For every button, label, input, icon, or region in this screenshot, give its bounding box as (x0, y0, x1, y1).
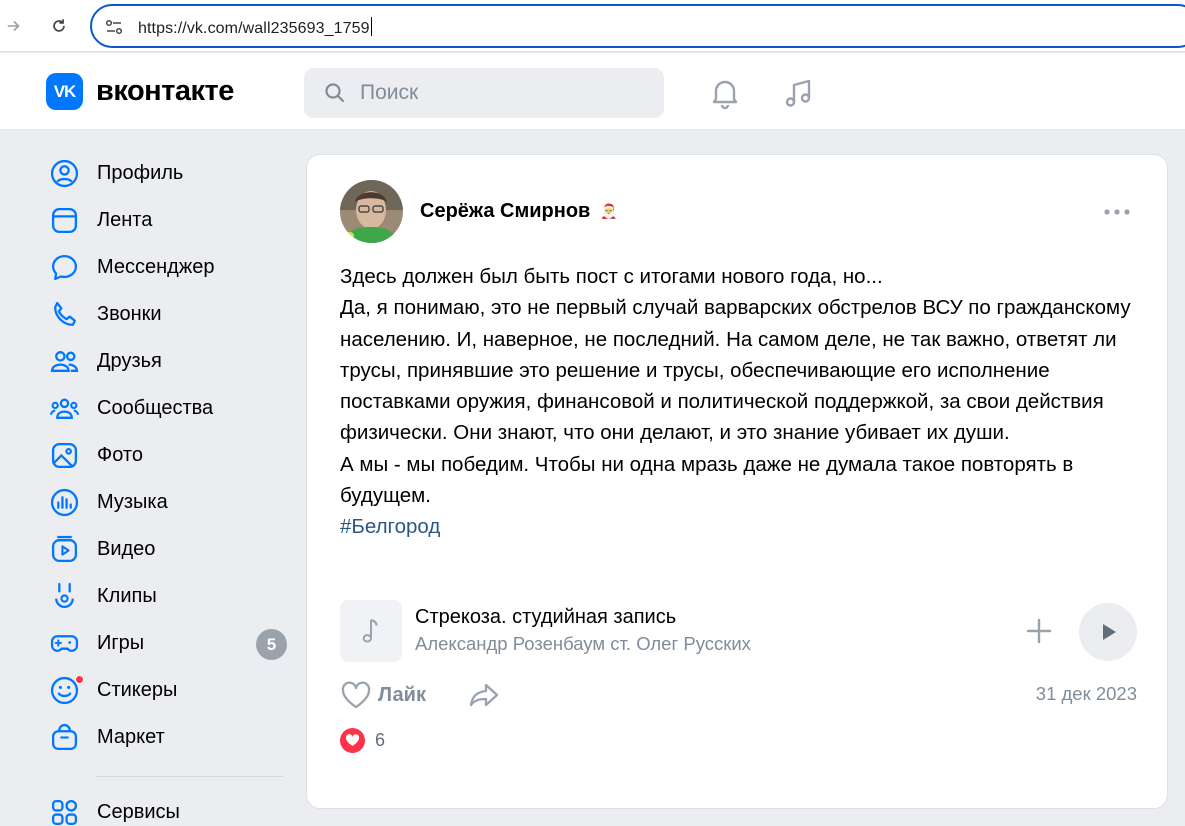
photo-icon (46, 440, 84, 472)
hashtag-link[interactable]: #Белгород (340, 515, 440, 538)
sidebar-item-label: Стикеры (97, 679, 178, 701)
sidebar-item-label: Видео (97, 538, 156, 560)
audio-cover (340, 600, 402, 662)
music-note-icon (362, 619, 378, 643)
sidebar-item-video[interactable]: Видео (46, 526, 296, 573)
sidebar-item-label: Фото (97, 444, 143, 466)
sidebar-item-communities[interactable]: Сообщества (46, 385, 296, 432)
sidebar-item-calls[interactable]: Звонки (46, 291, 296, 338)
bell-icon (712, 80, 738, 110)
author-name[interactable]: Серёжа Смирнов 🎅 (420, 200, 618, 223)
like-button[interactable]: Лайк (340, 675, 426, 715)
wall-post: Серёжа Смирнов 🎅 Здесь должен был быть п… (306, 154, 1168, 809)
heart-outline-icon (341, 681, 371, 709)
post-text-line: Здесь должен был быть пост с итогами нов… (340, 265, 883, 288)
search-input[interactable] (360, 81, 640, 105)
post-text-line: А мы - мы победим. Чтобы ни одна мразь д… (340, 452, 1074, 508)
search-icon (325, 83, 345, 103)
more-dots-icon (1104, 209, 1130, 215)
sidebar-item-label: Клипы (97, 585, 157, 607)
site-header: VK вконтакте (0, 53, 1185, 130)
sidebar-item-games[interactable]: Игры 5 (46, 620, 296, 667)
audio-attachment[interactable]: Стрекоза. студийная запись Александр Роз… (340, 600, 1140, 662)
plus-icon (1026, 618, 1052, 644)
music-player-button[interactable] (779, 73, 819, 113)
feed-icon (46, 205, 84, 237)
sidebar-item-clips[interactable]: Клипы (46, 573, 296, 620)
author-name-text: Серёжа Смирнов (420, 200, 591, 222)
address-bar[interactable]: https://vk.com/wall235693_1759 (90, 4, 1185, 48)
games-icon (46, 628, 84, 660)
clips-icon (46, 581, 84, 613)
sidebar-item-friends[interactable]: Друзья (46, 338, 296, 385)
share-icon (469, 683, 499, 707)
sidebar-item-label: Мессенджер (97, 256, 215, 278)
sidebar-item-services[interactable]: Сервисы (46, 789, 296, 826)
browser-toolbar: https://vk.com/wall235693_1759 (0, 0, 1185, 52)
audio-title: Стрекоза. студийная запись (415, 606, 677, 628)
phone-icon (46, 299, 84, 331)
sidebar-item-messenger[interactable]: Мессенджер (46, 244, 296, 291)
audio-artist[interactable]: Александр Розенбаум ст. Олег Русских (415, 633, 751, 655)
sidebar-divider (96, 776, 284, 777)
stickers-icon (46, 674, 84, 707)
sidebar-item-label: Музыка (97, 491, 168, 513)
site-settings-icon[interactable] (104, 17, 124, 37)
sidebar-item-label: Лента (97, 209, 153, 231)
sidebar-item-label: Профиль (97, 162, 184, 184)
video-icon (46, 534, 84, 566)
post-date[interactable]: 31 дек 2023 (1036, 683, 1137, 705)
sidebar-item-label: Сервисы (97, 801, 180, 823)
profile-icon (46, 158, 84, 190)
services-icon (46, 797, 84, 826)
url-text: https://vk.com/wall235693_1759 (138, 17, 372, 38)
games-count-badge: 5 (256, 629, 287, 660)
vk-logo[interactable]: VK вконтакте (46, 73, 234, 110)
sidebar-item-label: Маркет (97, 726, 165, 748)
share-button[interactable] (466, 677, 502, 713)
play-icon (1103, 624, 1116, 640)
music-icon (46, 487, 84, 519)
forward-button[interactable] (0, 12, 28, 40)
heart-reaction-icon (340, 728, 365, 753)
search-box[interactable] (304, 68, 664, 118)
communities-icon (46, 393, 84, 425)
author-emoji: 🎅 (600, 203, 618, 219)
reload-button[interactable] (45, 12, 73, 40)
reactions-summary[interactable]: 6 (340, 728, 385, 753)
like-label: Лайк (378, 683, 426, 706)
left-sidebar: Профиль Лента Мессенджер Звонки Друзья С… (46, 150, 296, 826)
post-text: Здесь должен был быть пост с итогами нов… (340, 261, 1150, 543)
notifications-button[interactable] (705, 73, 745, 113)
messenger-icon (46, 252, 84, 284)
sidebar-item-profile[interactable]: Профиль (46, 150, 296, 197)
vk-logo-text: вконтакте (96, 75, 234, 107)
author-avatar[interactable] (340, 180, 403, 243)
sidebar-item-label: Друзья (97, 350, 162, 372)
new-stickers-dot (75, 674, 84, 684)
market-icon (46, 722, 84, 754)
reload-icon (53, 19, 65, 32)
music-note-icon (785, 79, 811, 107)
sidebar-item-label: Игры (97, 632, 145, 654)
sidebar-item-feed[interactable]: Лента (46, 197, 296, 244)
friends-icon (46, 346, 84, 378)
post-actions: Лайк 31 дек 2023 (340, 675, 1140, 715)
sidebar-item-label: Сообщества (97, 397, 214, 419)
sidebar-item-photo[interactable]: Фото (46, 432, 296, 479)
post-text-line: Да, я понимаю, это не первый случай варв… (340, 296, 1131, 445)
arrow-right-icon (7, 20, 20, 32)
sidebar-item-label: Звонки (97, 303, 162, 325)
vk-logo-badge: VK (46, 73, 83, 110)
add-audio-button[interactable] (1022, 614, 1056, 648)
sidebar-item-market[interactable]: Маркет (46, 714, 296, 761)
post-more-button[interactable] (1102, 200, 1132, 224)
play-audio-button[interactable] (1079, 603, 1137, 661)
sidebar-item-stickers[interactable]: Стикеры (46, 667, 296, 714)
sidebar-item-music[interactable]: Музыка (46, 479, 296, 526)
reactions-count: 6 (375, 730, 386, 750)
